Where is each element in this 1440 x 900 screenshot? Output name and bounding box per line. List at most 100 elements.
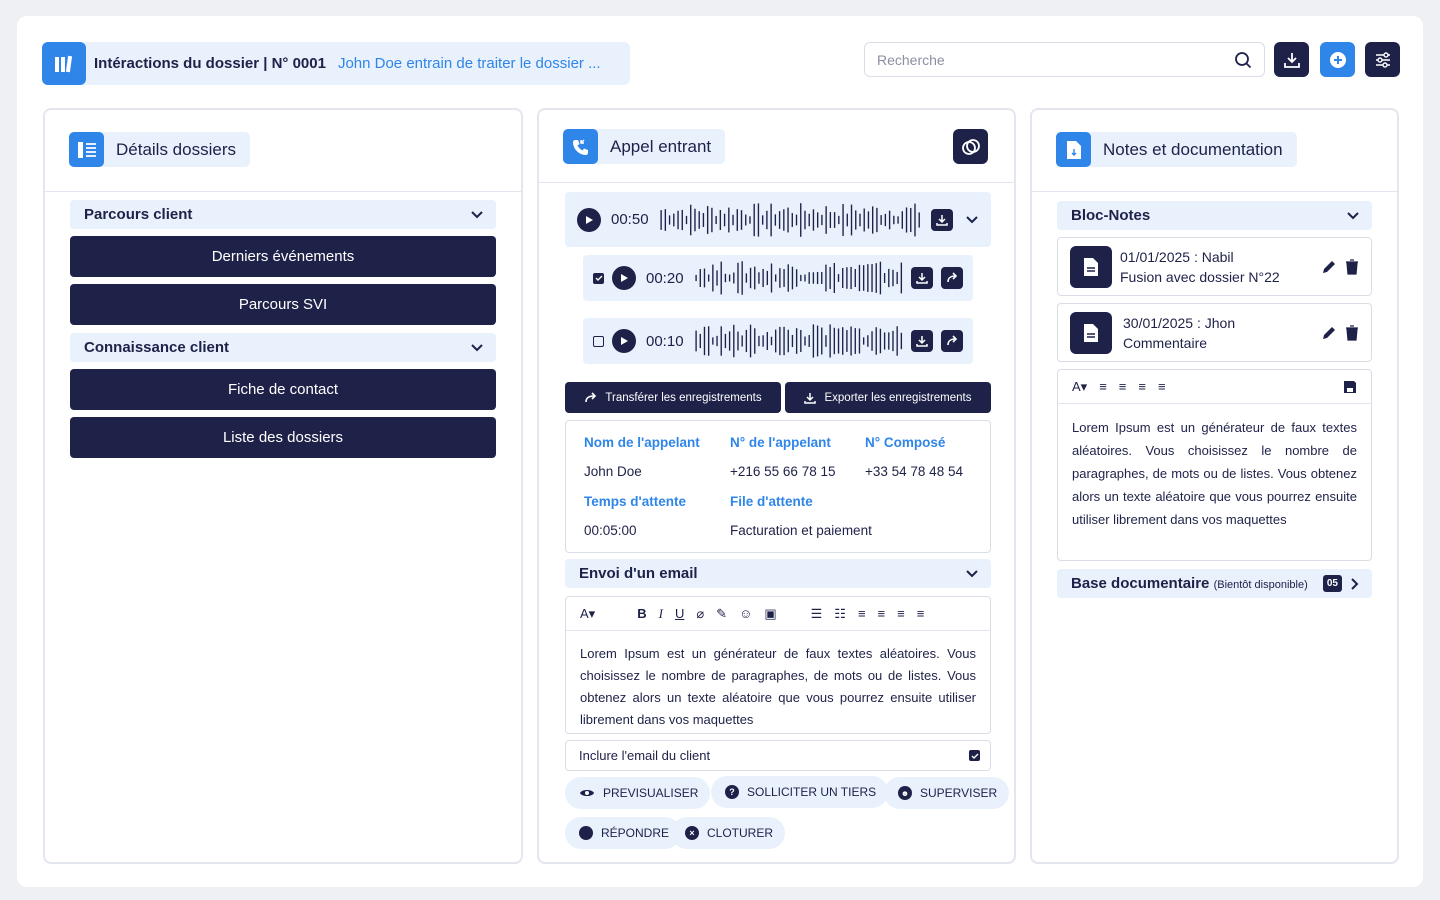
include-email-checkbox[interactable] <box>969 750 980 761</box>
align-left-icon[interactable]: ≡ <box>858 606 866 621</box>
button-label: CLOTURER <box>707 826 774 840</box>
underline-icon[interactable]: U <box>675 606 684 621</box>
email-body[interactable]: Lorem Ipsum est un générateur de faux te… <box>566 631 990 743</box>
edit-icon[interactable] <box>1321 259 1337 275</box>
download-button[interactable] <box>1274 42 1309 77</box>
fiche-contact-button[interactable]: Fiche de contact <box>70 369 496 410</box>
note-text: Fusion avec dossier N°22 <box>1120 268 1280 285</box>
include-email-row[interactable]: Inclure l'email du client <box>565 740 991 771</box>
recording-item: 00:20 <box>583 255 973 301</box>
recording-checkbox[interactable] <box>593 272 604 284</box>
button-label: Exporter les enregistrements <box>824 391 972 404</box>
parcours-svi-button[interactable]: Parcours SVI <box>70 284 496 325</box>
caller-number-label: N° de l'appelant <box>730 435 831 450</box>
caller-number: +216 55 66 78 15 <box>730 464 836 479</box>
bullet-list-icon[interactable]: ☰ <box>811 606 823 622</box>
image-icon[interactable]: ▣ <box>764 606 776 622</box>
request-third-party-button[interactable]: ? SOLLICITER UN TIERS <box>711 776 889 808</box>
chevron-down-icon[interactable] <box>965 215 979 225</box>
wait-time: 00:05:00 <box>584 523 637 538</box>
align-right-icon[interactable]: ≡ <box>897 606 905 621</box>
eye-icon <box>580 790 594 796</box>
align-left-icon[interactable]: ≡ <box>1099 379 1107 394</box>
download-icon <box>804 392 817 404</box>
search-input[interactable] <box>877 51 1234 68</box>
play-icon <box>586 215 593 224</box>
email-editor[interactable]: A▾ B I U ⌀ ✎ ☺ ▣ ☰ ☷ ≡ ≡ ≡ ≡ Lorem Ipsum… <box>565 596 991 734</box>
doc-count-badge: 05 <box>1322 575 1342 592</box>
transfer-recordings-button[interactable]: Transférer les enregistrements <box>565 382 781 413</box>
italic-icon[interactable]: I <box>659 606 663 622</box>
section-base-documentaire[interactable]: Base documentaire (Bientôt disponible) 0… <box>1057 569 1372 598</box>
preview-button[interactable]: PREVISUALISER <box>565 777 711 809</box>
liste-dossiers-button[interactable]: Liste des dossiers <box>70 417 496 458</box>
justify-icon[interactable]: ≡ <box>917 606 925 621</box>
play-icon <box>621 274 628 282</box>
note-icon <box>1070 311 1112 354</box>
forward-recording-button[interactable] <box>941 330 963 352</box>
list-icon <box>69 132 104 167</box>
notes-body[interactable]: Lorem Ipsum est un générateur de faux te… <box>1058 404 1371 543</box>
edit-icon[interactable] <box>1321 325 1337 341</box>
section-email[interactable]: Envoi d'un email <box>565 559 991 588</box>
search-box[interactable] <box>864 42 1265 77</box>
waveform[interactable] <box>659 202 923 238</box>
font-menu-icon[interactable]: A▾ <box>1072 379 1087 395</box>
folders-icon <box>42 42 86 85</box>
button-label: SOLLICITER UN TIERS <box>747 785 877 799</box>
play-button[interactable] <box>612 266 636 290</box>
panel-title-tag: Notes et documentation <box>1056 132 1297 167</box>
supervise-button[interactable]: ☻ SUPERVISER <box>884 777 1010 809</box>
note-item[interactable]: 30/01/2025 : Jhon Commentaire <box>1057 303 1372 362</box>
download-recording-button[interactable] <box>911 330 933 352</box>
document-icon <box>1056 132 1091 167</box>
section-parcours-client[interactable]: Parcours client <box>70 200 496 229</box>
download-icon <box>936 214 948 226</box>
section-label: Base documentaire <box>1071 575 1210 592</box>
play-button[interactable] <box>577 207 601 232</box>
section-connaissance-client[interactable]: Connaissance client <box>70 333 496 362</box>
search-icon[interactable] <box>1234 51 1252 69</box>
save-icon[interactable] <box>1343 380 1357 394</box>
button-label: RÉPONDRE <box>601 826 670 840</box>
download-recording-button[interactable] <box>911 267 933 289</box>
close-icon: × <box>685 826 699 840</box>
recording-checkbox[interactable] <box>593 335 604 347</box>
waveform[interactable] <box>694 260 903 296</box>
merge-button[interactable] <box>953 129 988 164</box>
trash-icon[interactable] <box>1345 324 1359 341</box>
add-button[interactable] <box>1320 42 1355 77</box>
button-label: Transférer les enregistrements <box>605 391 762 404</box>
sliders-icon <box>1375 51 1390 68</box>
forward-recording-button[interactable] <box>941 267 963 289</box>
note-item[interactable]: 01/01/2025 : Nabil Fusion avec dossier N… <box>1057 237 1372 296</box>
close-case-button[interactable]: × CLOTURER <box>671 817 786 849</box>
attach-icon[interactable]: ⌀ <box>696 606 704 622</box>
bold-icon[interactable]: B <box>637 606 646 621</box>
derniers-evenements-button[interactable]: Derniers événements <box>70 236 496 277</box>
section-bloc-notes[interactable]: Bloc-Notes <box>1057 201 1372 230</box>
section-label: Connaissance client <box>84 339 230 356</box>
numbered-list-icon[interactable]: ☷ <box>834 606 846 622</box>
trash-icon[interactable] <box>1345 258 1359 275</box>
emoji-icon[interactable]: ☺ <box>739 606 752 621</box>
font-menu-icon[interactable]: A▾ <box>580 606 595 622</box>
pen-icon[interactable]: ✎ <box>716 606 727 622</box>
processing-status: John Doe entrain de traiter le dossier .… <box>337 55 601 72</box>
export-recordings-button[interactable]: Exporter les enregistrements <box>785 382 991 413</box>
waveform[interactable] <box>694 323 903 359</box>
align-center-icon[interactable]: ≡ <box>878 606 886 621</box>
chevron-down-icon <box>1347 211 1359 219</box>
download-recording-button[interactable] <box>931 208 953 231</box>
play-button[interactable] <box>612 329 636 353</box>
button-label: SUPERVISER <box>920 786 998 800</box>
notes-panel: Notes et documentation Bloc-Notes 01/01/… <box>1030 108 1399 864</box>
reply-button[interactable]: RÉPONDRE <box>565 817 682 849</box>
settings-button[interactable] <box>1365 42 1400 77</box>
notes-editor[interactable]: A▾ ≡ ≡ ≡ ≡ Lorem Ipsum est un générateur… <box>1057 369 1372 561</box>
align-right-icon[interactable]: ≡ <box>1138 379 1146 394</box>
justify-icon[interactable]: ≡ <box>1158 379 1166 394</box>
incoming-call-panel: Appel entrant 00:50 00:20 00:10 Transfér… <box>537 108 1016 864</box>
align-center-icon[interactable]: ≡ <box>1119 379 1127 394</box>
panel-header: Détails dossiers <box>45 110 521 192</box>
